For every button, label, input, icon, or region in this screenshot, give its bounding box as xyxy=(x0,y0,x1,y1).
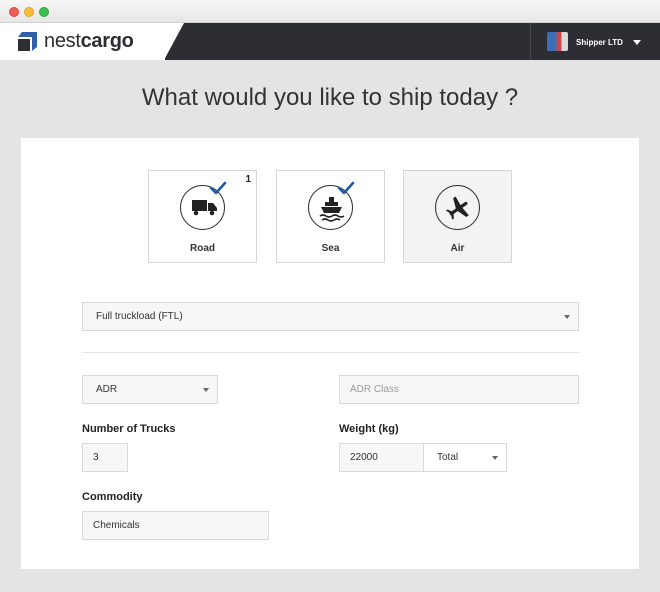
user-avatar[interactable] xyxy=(547,32,568,51)
weight-unit-value: Total xyxy=(437,452,459,463)
window-maximize-button[interactable] xyxy=(39,7,49,17)
plane-icon xyxy=(435,185,480,230)
topbar-divider xyxy=(530,23,531,60)
page-title: What would you like to ship today ? xyxy=(141,84,519,111)
trucks-input[interactable]: 3 xyxy=(82,443,128,472)
weight-input[interactable]: 22000 xyxy=(339,443,424,472)
commodity-input[interactable]: Chemicals xyxy=(82,511,269,540)
mode-tile-road[interactable]: 1 Road xyxy=(148,170,257,263)
logo-slant xyxy=(164,23,184,60)
adr-class-input[interactable]: ADR Class xyxy=(339,375,579,404)
trucks-label: Number of Trucks xyxy=(82,423,176,435)
commodity-label: Commodity xyxy=(82,491,143,503)
logo-text-prefix: nest xyxy=(44,30,81,52)
top-navbar: nestcargo Shipper LTD xyxy=(0,23,660,60)
window-minimize-button[interactable] xyxy=(24,7,34,17)
chevron-down-icon xyxy=(564,315,570,319)
mode-label: Sea xyxy=(321,243,340,254)
mode-label: Road xyxy=(190,243,215,254)
weight-label: Weight (kg) xyxy=(339,423,399,435)
mode-label: Air xyxy=(450,243,465,254)
chevron-down-icon xyxy=(492,456,498,460)
logo-text: nestcargo xyxy=(44,30,134,53)
adr-value: ADR xyxy=(96,384,118,395)
logo[interactable]: nestcargo xyxy=(0,23,165,60)
divider xyxy=(82,352,579,353)
shipment-form-card: 1 Road Sea Air Full truckload (FTL) ADR … xyxy=(21,138,639,569)
weight-unit-select[interactable]: Total xyxy=(423,443,507,472)
load-type-select[interactable]: Full truckload (FTL) xyxy=(82,302,579,331)
window-close-button[interactable] xyxy=(9,7,19,17)
user-name[interactable]: Shipper LTD xyxy=(576,38,623,47)
logo-mark-icon xyxy=(18,32,37,51)
adr-select[interactable]: ADR xyxy=(82,375,218,404)
check-icon xyxy=(209,181,227,195)
chevron-down-icon[interactable] xyxy=(633,40,641,45)
logo-text-suffix: cargo xyxy=(80,30,134,52)
window-titlebar xyxy=(0,0,660,23)
mode-count-badge: 1 xyxy=(245,174,251,185)
mode-tile-sea[interactable]: Sea xyxy=(276,170,385,263)
chevron-down-icon xyxy=(203,388,209,392)
mode-tile-air[interactable]: Air xyxy=(403,170,512,263)
load-type-value: Full truckload (FTL) xyxy=(96,311,183,322)
check-icon xyxy=(337,181,355,195)
